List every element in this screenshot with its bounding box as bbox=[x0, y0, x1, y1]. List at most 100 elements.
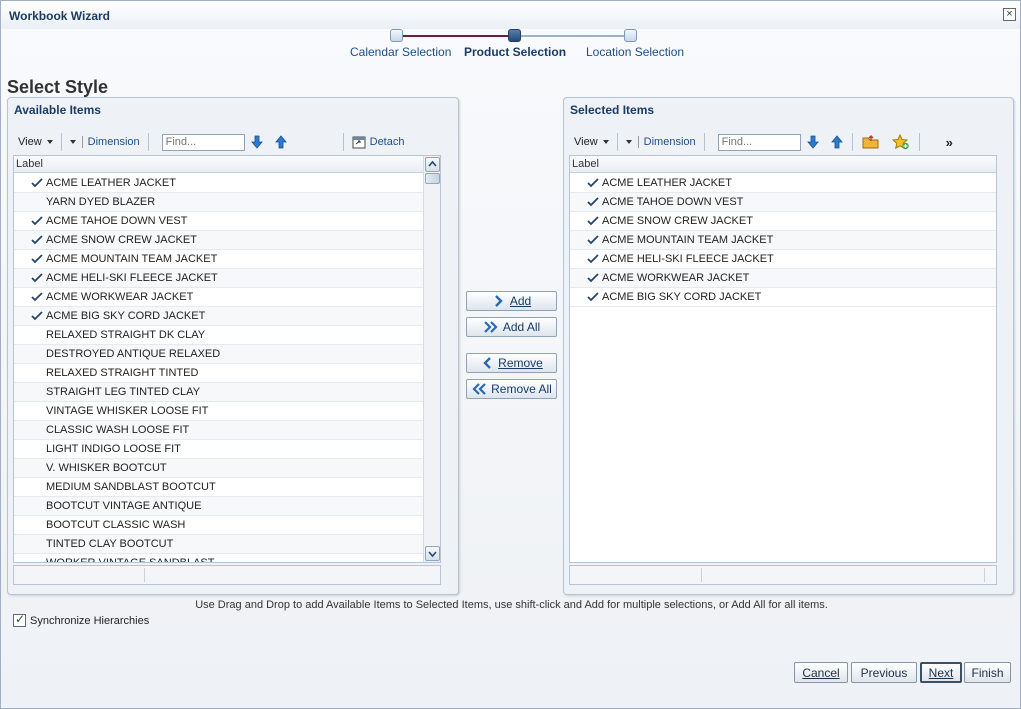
find-next-icon[interactable] bbox=[249, 134, 265, 150]
table-row[interactable]: ACME SNOW CREW JACKET bbox=[570, 212, 996, 231]
train-label-location[interactable]: Location Selection bbox=[586, 45, 684, 59]
train-stop-location[interactable] bbox=[624, 29, 637, 42]
chevron-down-icon bbox=[602, 140, 609, 144]
dimension-menu[interactable]: Dimension bbox=[621, 132, 701, 152]
train-label-calendar[interactable]: Calendar Selection bbox=[350, 45, 451, 59]
row-label: ACME MOUNTAIN TEAM JACKET bbox=[46, 253, 218, 265]
checkmark-icon bbox=[31, 273, 43, 283]
find-previous-icon[interactable] bbox=[829, 134, 845, 150]
find-input[interactable] bbox=[717, 133, 801, 151]
detach-button[interactable]: Detach bbox=[347, 132, 410, 152]
column-header-label[interactable]: Label bbox=[14, 156, 423, 173]
status-separator bbox=[984, 568, 985, 582]
table-row[interactable]: ACME BIG SKY CORD JACKET bbox=[14, 307, 423, 326]
remove-all-button[interactable]: Remove All bbox=[466, 379, 557, 399]
find-next-icon[interactable] bbox=[805, 134, 821, 150]
scroll-up-icon[interactable] bbox=[425, 157, 440, 172]
selected-items-header: Selected Items bbox=[570, 103, 655, 117]
remove-button[interactable]: Remove bbox=[466, 353, 557, 373]
status-separator bbox=[701, 568, 702, 582]
row-label: ACME MOUNTAIN TEAM JACKET bbox=[602, 234, 774, 246]
table-row[interactable]: ACME TAHOE DOWN VEST bbox=[14, 212, 423, 231]
checkmark-icon bbox=[587, 216, 599, 226]
available-rows: ACME LEATHER JACKET YARN DYED BLAZER ACME … bbox=[14, 174, 423, 562]
open-folder-icon[interactable] bbox=[862, 134, 880, 150]
more-toolbar-button[interactable]: » bbox=[941, 132, 958, 152]
add-all-button[interactable]: Add All bbox=[466, 317, 557, 337]
table-row[interactable]: ACME BIG SKY CORD JACKET bbox=[570, 288, 996, 307]
synchronize-hierarchies-checkbox[interactable]: Synchronize Hierarchies bbox=[13, 612, 149, 627]
remove-all-label: Remove All bbox=[491, 382, 552, 396]
table-row[interactable]: CLASSIC WASH LOOSE FIT bbox=[14, 421, 423, 440]
table-row[interactable]: RELAXED STRAIGHT DK CLAY bbox=[14, 326, 423, 345]
row-label: ACME SNOW CREW JACKET bbox=[46, 234, 197, 246]
row-label: RELAXED STRAIGHT TINTED bbox=[46, 367, 199, 379]
table-row[interactable]: ACME TAHOE DOWN VEST bbox=[570, 193, 996, 212]
selected-items-table: Label ACME LEATHER JACKET ACME TAHOE DOWN… bbox=[569, 155, 997, 563]
checkmark-icon bbox=[587, 273, 599, 283]
checkmark-icon bbox=[31, 235, 43, 245]
table-row[interactable]: MEDIUM SANDBLAST BOOTCUT bbox=[14, 478, 423, 497]
add-button[interactable]: Add bbox=[466, 291, 557, 311]
table-row[interactable]: ACME LEATHER JACKET bbox=[14, 174, 423, 193]
table-row[interactable]: ACME MOUNTAIN TEAM JACKET bbox=[14, 250, 423, 269]
table-row[interactable]: BOOTCUT VINTAGE ANTIQUE bbox=[14, 497, 423, 516]
table-row[interactable]: VINTAGE WHISKER LOOSE FIT bbox=[14, 402, 423, 421]
table-row[interactable]: YARN DYED BLAZER bbox=[14, 193, 423, 212]
dimension-menu[interactable]: Dimension bbox=[65, 132, 145, 152]
checkbox-checked-icon[interactable] bbox=[13, 612, 26, 627]
selected-rows: ACME LEATHER JACKET ACME TAHOE DOWN VEST A… bbox=[570, 174, 996, 562]
dimension-label: Dimension bbox=[637, 136, 696, 148]
toolbar-separator bbox=[616, 133, 618, 151]
finish-label: Finish bbox=[971, 665, 1004, 680]
chevron-left-icon bbox=[483, 357, 492, 369]
find-input[interactable] bbox=[161, 133, 245, 151]
row-label: ACME HELI-SKI FLEECE JACKET bbox=[46, 272, 218, 284]
row-label: CLASSIC WASH LOOSE FIT bbox=[46, 424, 190, 436]
find-previous-icon[interactable] bbox=[273, 134, 289, 150]
row-label: ACME WORKWEAR JACKET bbox=[602, 272, 750, 284]
toolbar-separator bbox=[60, 133, 62, 151]
view-menu[interactable]: View bbox=[13, 132, 58, 152]
next-label: Next bbox=[928, 665, 954, 680]
close-icon[interactable]: × bbox=[1003, 8, 1016, 21]
row-label: TINTED CLAY BOOTCUT bbox=[46, 538, 174, 550]
dimension-label: Dimension bbox=[81, 136, 140, 148]
table-row[interactable]: DESTROYED ANTIQUE RELAXED bbox=[14, 345, 423, 364]
table-row[interactable]: ACME MOUNTAIN TEAM JACKET bbox=[570, 231, 996, 250]
table-row[interactable]: ACME WORKWEAR JACKET bbox=[570, 269, 996, 288]
train-stop-calendar[interactable] bbox=[390, 29, 403, 42]
table-row[interactable]: ACME WORKWEAR JACKET bbox=[14, 288, 423, 307]
table-row[interactable]: RELAXED STRAIGHT TINTED bbox=[14, 364, 423, 383]
toolbar-separator bbox=[703, 133, 705, 151]
vertical-scrollbar[interactable] bbox=[423, 156, 440, 562]
previous-button[interactable]: Previous bbox=[851, 662, 917, 683]
available-toolbar: View Dimension Detach bbox=[13, 131, 453, 153]
table-row[interactable]: V. WHISKER BOOTCUT bbox=[14, 459, 423, 478]
checkmark-icon bbox=[587, 235, 599, 245]
table-row[interactable]: ACME SNOW CREW JACKET bbox=[14, 231, 423, 250]
row-label: ACME LEATHER JACKET bbox=[46, 177, 176, 189]
toolbar-separator bbox=[851, 133, 853, 151]
table-row[interactable]: WORKER VINTAGE SANDBLAST bbox=[14, 554, 423, 562]
checkmark-icon bbox=[587, 178, 599, 188]
row-label: ACME BIG SKY CORD JACKET bbox=[602, 291, 762, 303]
scroll-thumb[interactable] bbox=[425, 173, 440, 184]
wizard-train: Calendar Selection Product Selection Loc… bbox=[341, 27, 684, 67]
table-row[interactable]: TINTED CLAY BOOTCUT bbox=[14, 535, 423, 554]
next-button[interactable]: Next bbox=[920, 662, 962, 683]
table-row[interactable]: LIGHT INDIGO LOOSE FIT bbox=[14, 440, 423, 459]
view-menu[interactable]: View bbox=[569, 132, 614, 152]
column-header-label[interactable]: Label bbox=[570, 156, 996, 173]
table-row[interactable]: ACME HELI-SKI FLEECE JACKET bbox=[570, 250, 996, 269]
cancel-button[interactable]: Cancel bbox=[794, 662, 848, 683]
table-row[interactable]: ACME HELI-SKI FLEECE JACKET bbox=[14, 269, 423, 288]
favorite-add-icon[interactable] bbox=[891, 134, 910, 150]
table-row[interactable]: BOOTCUT CLASSIC WASH bbox=[14, 516, 423, 535]
scroll-down-icon[interactable] bbox=[425, 546, 440, 561]
row-label: BOOTCUT VINTAGE ANTIQUE bbox=[46, 500, 202, 512]
table-row[interactable]: STRAIGHT LEG TINTED CLAY bbox=[14, 383, 423, 402]
table-row[interactable]: ACME LEATHER JACKET bbox=[570, 174, 996, 193]
finish-button[interactable]: Finish bbox=[964, 662, 1011, 683]
view-label: View bbox=[18, 136, 42, 148]
